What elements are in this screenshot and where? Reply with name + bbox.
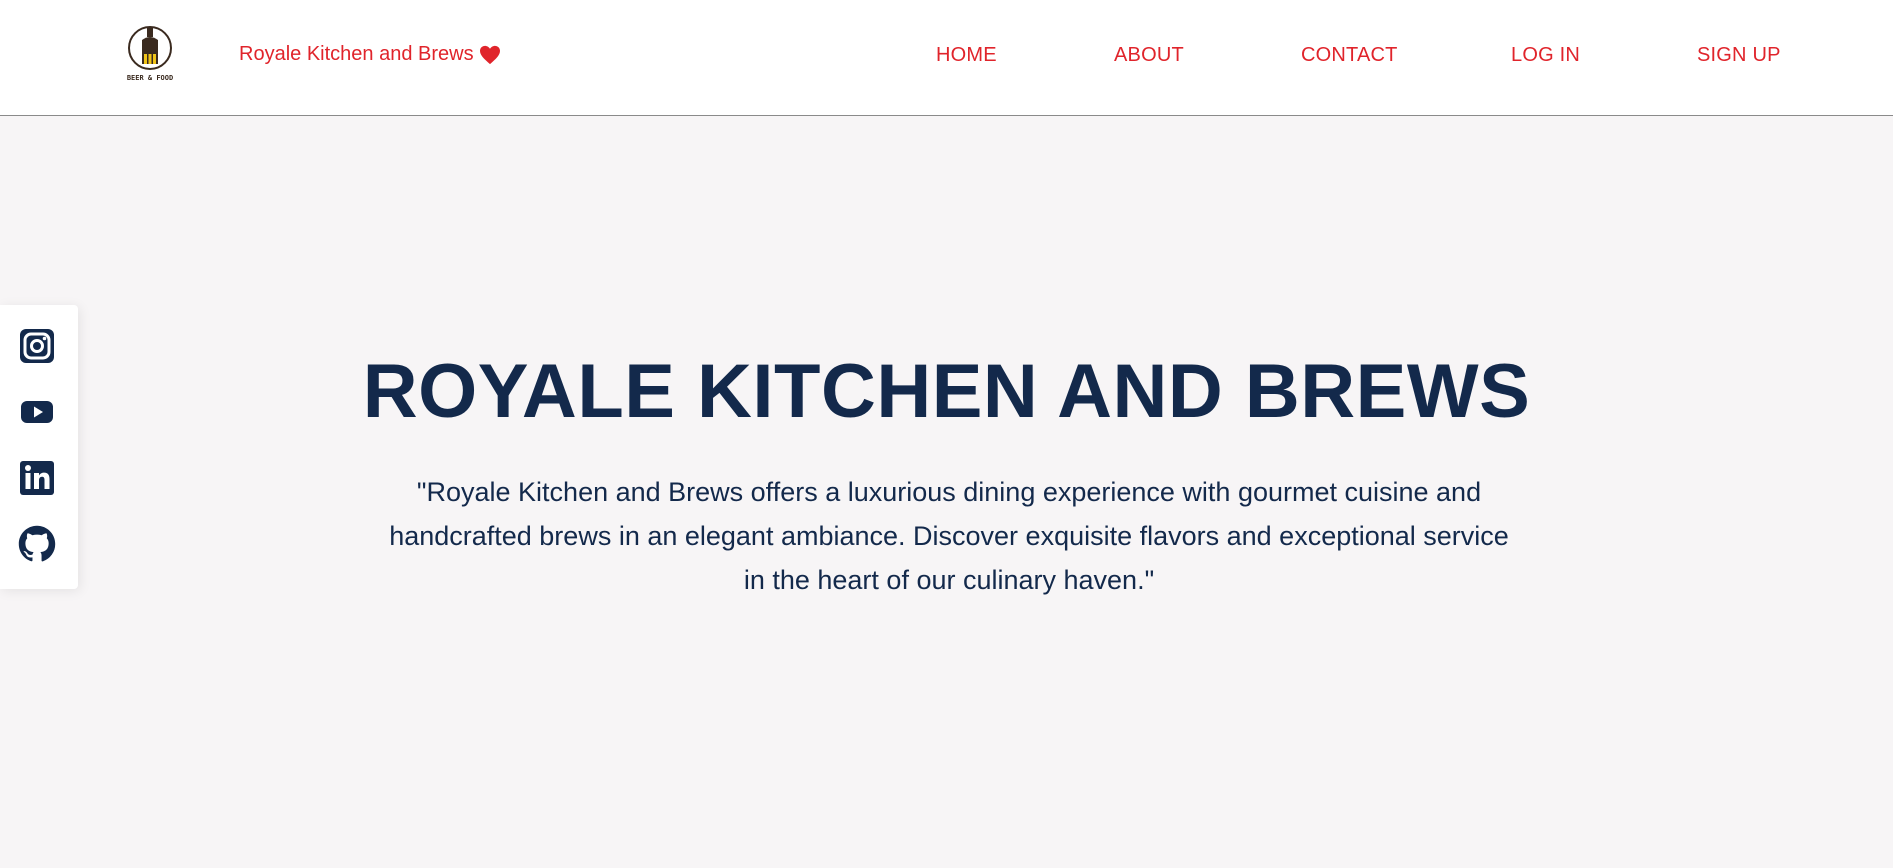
- hero-title: ROYALE KITCHEN AND BREWS: [362, 349, 1531, 434]
- beer-and-food-logo[interactable]: BEER & FOOD: [124, 24, 176, 82]
- nav-about[interactable]: ABOUT: [1114, 44, 1184, 67]
- navbar: BEER & FOOD Royale Kitchen and Brews HOM…: [0, 0, 1893, 116]
- nav-signup[interactable]: SIGN UP: [1697, 44, 1781, 67]
- logo-text: BEER & FOOD: [127, 74, 173, 82]
- hero-description: "Royale Kitchen and Brews offers a luxur…: [389, 477, 1509, 595]
- linkedin-icon[interactable]: [18, 459, 56, 497]
- nav-login[interactable]: LOG IN: [1511, 44, 1580, 67]
- nav-home[interactable]: HOME: [936, 44, 997, 67]
- nav-contact[interactable]: CONTACT: [1301, 44, 1398, 67]
- heart-icon: [479, 45, 500, 64]
- brand-link[interactable]: Royale Kitchen and Brews: [239, 43, 501, 66]
- github-icon[interactable]: [18, 525, 56, 563]
- brand-name: Royale Kitchen and Brews: [239, 43, 474, 65]
